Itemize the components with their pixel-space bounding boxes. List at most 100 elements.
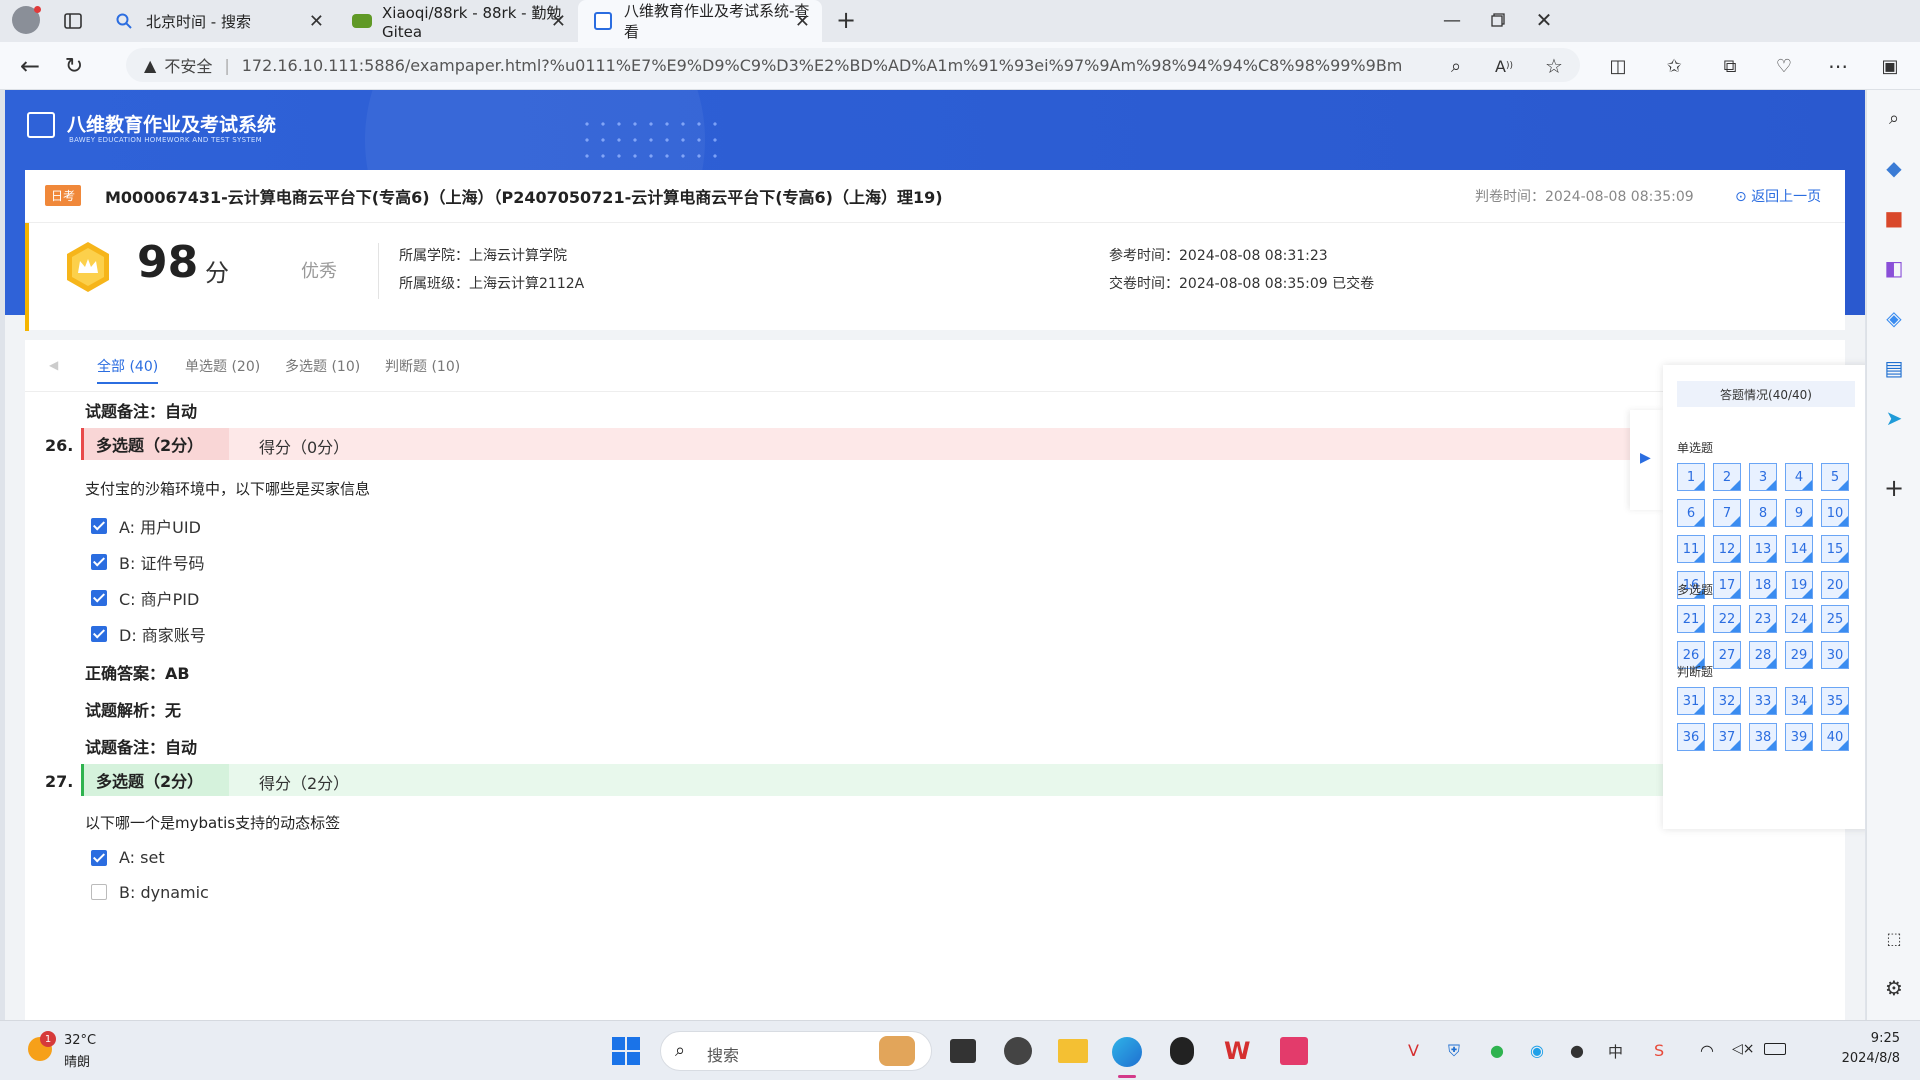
question-nav-button[interactable]: 2 <box>1713 463 1741 491</box>
tag-icon[interactable]: ◆ <box>1880 154 1908 182</box>
tab-single[interactable]: 单选题 (20) <box>185 356 260 376</box>
volume-muted-icon[interactable]: ◁× <box>1732 1041 1755 1057</box>
start-icon[interactable] <box>612 1037 640 1065</box>
office-icon[interactable]: ◧ <box>1880 254 1908 282</box>
question-nav-button[interactable]: 17 <box>1713 571 1741 599</box>
split-screen-icon[interactable]: ◫ <box>1604 52 1632 80</box>
question-nav-button[interactable]: 40 <box>1821 723 1849 751</box>
screenshot-icon[interactable]: ⬚ <box>1880 924 1908 952</box>
edge-icon[interactable] <box>1112 1037 1142 1067</box>
question-nav-button[interactable]: 15 <box>1821 535 1849 563</box>
question-nav-button[interactable]: 23 <box>1749 605 1777 633</box>
option-c[interactable]: C: 商户PID <box>91 586 199 610</box>
task-view-icon[interactable] <box>950 1039 976 1063</box>
question-nav-button[interactable]: 25 <box>1821 605 1849 633</box>
question-nav-button[interactable]: 27 <box>1713 641 1741 669</box>
question-nav-button[interactable]: 9 <box>1785 499 1813 527</box>
refresh-icon[interactable]: ↻ <box>60 52 88 80</box>
wps-icon[interactable]: W <box>1224 1037 1254 1065</box>
checkbox-checked-icon[interactable] <box>91 849 107 866</box>
question-nav-button[interactable]: 32 <box>1713 687 1741 715</box>
question-nav-button[interactable]: 39 <box>1785 723 1813 751</box>
question-nav-button[interactable]: 34 <box>1785 687 1813 715</box>
tab-gitea[interactable]: Xiaoqi/88rk - 88rk - 勤勉Gitea ✕ <box>336 0 578 42</box>
question-nav-button[interactable]: 20 <box>1821 571 1849 599</box>
taskbar-search[interactable]: ⌕ 搜索 <box>660 1031 932 1071</box>
close-window-icon[interactable]: ✕ <box>1530 8 1558 32</box>
tray-app-icon[interactable]: ● <box>1490 1041 1504 1060</box>
question-nav-button[interactable]: 30 <box>1821 641 1849 669</box>
close-icon[interactable]: ✕ <box>309 11 324 32</box>
tab-actions-icon[interactable] <box>62 10 84 32</box>
tray-app-icon[interactable]: S <box>1654 1041 1664 1060</box>
question-nav-button[interactable]: 22 <box>1713 605 1741 633</box>
shield-icon[interactable]: ⛨ <box>1448 1041 1460 1061</box>
question-nav-button[interactable]: 14 <box>1785 535 1813 563</box>
collections-icon[interactable]: ⧉ <box>1716 52 1744 80</box>
question-nav-button[interactable]: 31 <box>1677 687 1705 715</box>
tab-all[interactable]: 全部 (40) <box>97 356 159 384</box>
panel-collapse-toggle[interactable]: ▶ <box>1630 410 1664 510</box>
tab-beijing-time[interactable]: 北京时间 - 搜索 ✕ <box>100 0 336 42</box>
settings-icon[interactable]: ⚙ <box>1880 974 1908 1002</box>
copilot-icon[interactable]: ◈ <box>1880 304 1908 332</box>
minimize-icon[interactable]: — <box>1438 8 1466 32</box>
option-a[interactable]: A: 用户UID <box>91 514 201 538</box>
more-icon[interactable]: ⋯ <box>1824 52 1852 80</box>
question-nav-button[interactable]: 18 <box>1749 571 1777 599</box>
restore-icon[interactable] <box>1484 8 1512 32</box>
question-nav-button[interactable]: 8 <box>1749 499 1777 527</box>
option-d[interactable]: D: 商家账号 <box>91 622 206 646</box>
checkbox-unchecked-icon[interactable] <box>91 884 107 900</box>
question-nav-button[interactable]: 21 <box>1677 605 1705 633</box>
question-nav-button[interactable]: 3 <box>1749 463 1777 491</box>
question-nav-button[interactable]: 1 <box>1677 463 1705 491</box>
qq-icon[interactable] <box>1170 1037 1194 1065</box>
search-icon[interactable]: ⌕ <box>1880 104 1908 132</box>
jetbrains-icon[interactable] <box>1280 1037 1308 1065</box>
back-link[interactable]: ⊙ 返回上一页 <box>1735 186 1821 206</box>
tabs-scroll-left-icon[interactable]: ◀ <box>49 358 58 372</box>
question-nav-button[interactable]: 19 <box>1785 571 1813 599</box>
question-nav-button[interactable]: 29 <box>1785 641 1813 669</box>
question-nav-button[interactable]: 35 <box>1821 687 1849 715</box>
close-icon[interactable]: ✕ <box>795 11 810 32</box>
tab-exam-view[interactable]: 八维教育作业及考试系统-查看 ✕ <box>578 0 822 42</box>
question-nav-button[interactable]: 11 <box>1677 535 1705 563</box>
question-nav-button[interactable]: 37 <box>1713 723 1741 751</box>
checkbox-checked-icon[interactable] <box>91 518 107 534</box>
file-explorer-icon[interactable] <box>1058 1039 1088 1063</box>
toolbox-icon[interactable]: ■ <box>1880 204 1908 232</box>
question-nav-button[interactable]: 36 <box>1677 723 1705 751</box>
favorites-icon[interactable]: ✩ <box>1660 52 1688 80</box>
question-nav-button[interactable]: 12 <box>1713 535 1741 563</box>
option-b[interactable]: B: 证件号码 <box>91 550 204 574</box>
favorite-icon[interactable]: ☆ <box>1540 52 1568 80</box>
question-nav-button[interactable]: 24 <box>1785 605 1813 633</box>
question-nav-button[interactable]: 33 <box>1749 687 1777 715</box>
tab-multi[interactable]: 多选题 (10) <box>285 356 360 376</box>
back-icon[interactable]: ← <box>16 52 44 80</box>
question-nav-button[interactable]: 5 <box>1821 463 1849 491</box>
clock-date[interactable]: 2024/8/8 <box>1810 1051 1900 1066</box>
question-nav-button[interactable]: 13 <box>1749 535 1777 563</box>
tray-app-icon[interactable]: V <box>1408 1041 1419 1060</box>
outlook-icon[interactable]: ▤ <box>1880 354 1908 382</box>
option-a[interactable]: A: set <box>91 848 165 867</box>
read-aloud-icon[interactable]: A)) <box>1490 52 1518 80</box>
close-icon[interactable]: ✕ <box>551 11 566 32</box>
battery-icon[interactable] <box>1764 1043 1786 1055</box>
weather-widget[interactable]: 1 32°C 晴朗 <box>24 1031 144 1071</box>
checkbox-checked-icon[interactable] <box>91 554 107 570</box>
tray-app-icon[interactable]: ● <box>1570 1041 1584 1060</box>
tray-app-icon[interactable]: ◉ <box>1530 1041 1544 1060</box>
clock-time[interactable]: 9:25 <box>1824 1031 1900 1046</box>
add-icon[interactable]: + <box>1880 474 1908 502</box>
question-nav-button[interactable]: 10 <box>1821 499 1849 527</box>
question-nav-button[interactable]: 38 <box>1749 723 1777 751</box>
address-bar[interactable]: ▲ 不安全 | 172.16.10.111:5886/exampaper.htm… <box>126 48 1580 82</box>
zoom-icon[interactable]: ⌕ <box>1442 52 1470 80</box>
ime-indicator[interactable]: 中 <box>1608 1041 1623 1062</box>
checkbox-checked-icon[interactable] <box>91 626 107 642</box>
question-nav-button[interactable]: 7 <box>1713 499 1741 527</box>
